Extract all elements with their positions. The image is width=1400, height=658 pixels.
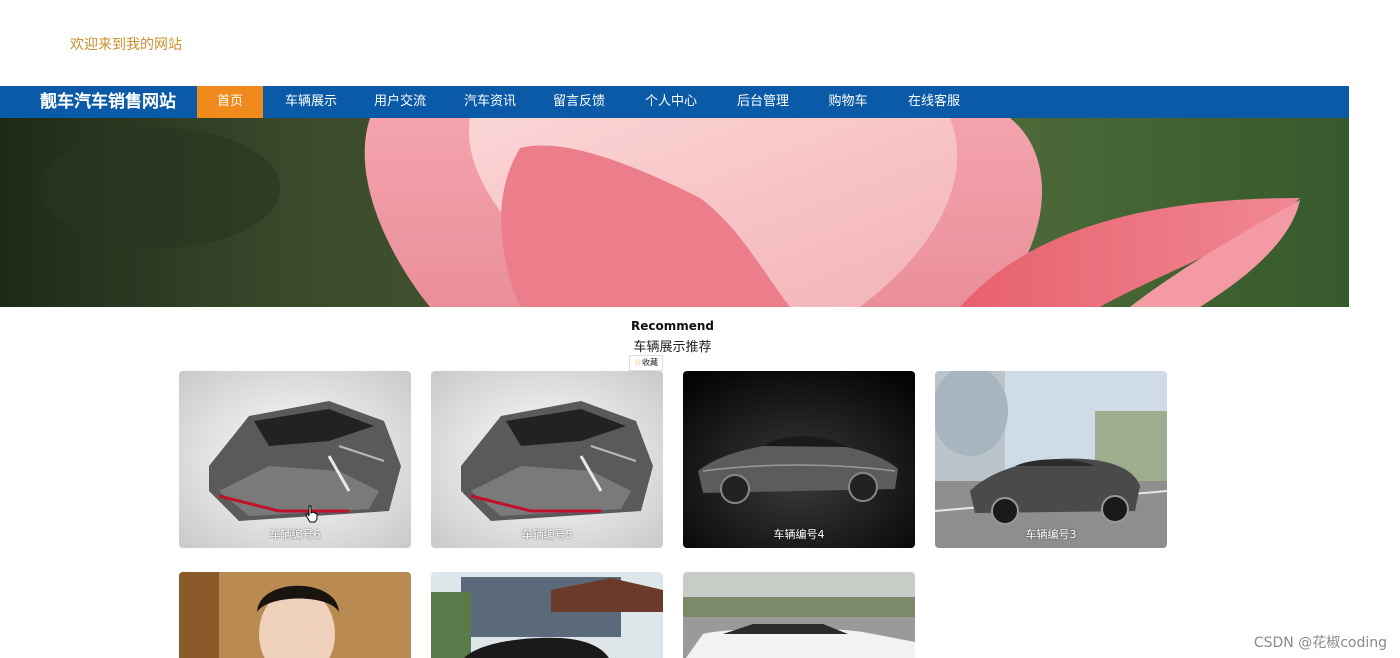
- nav-item-home[interactable]: 首页: [197, 86, 263, 118]
- portrait-image: [179, 572, 411, 658]
- hero-banner[interactable]: [0, 118, 1349, 307]
- car-image: [179, 371, 411, 548]
- nav-item-vehicle-display[interactable]: 车辆展示: [270, 86, 352, 118]
- vehicle-card-portrait[interactable]: [179, 572, 411, 658]
- nav-item-personal-center[interactable]: 个人中心: [630, 86, 712, 118]
- car-image: [431, 371, 663, 548]
- vehicle-card-6[interactable]: 车辆编号6: [179, 371, 411, 548]
- vehicle-card-4[interactable]: 车辆编号4: [683, 371, 915, 548]
- nav-item-admin[interactable]: 后台管理: [722, 86, 804, 118]
- csdn-watermark: CSDN @花椒coding: [1253, 635, 1387, 651]
- nav-item-cart[interactable]: 购物车: [815, 86, 881, 118]
- car-image: [683, 572, 915, 658]
- welcome-text: 欢迎来到我的网站: [70, 37, 182, 53]
- card-label: 车辆编号3: [1025, 528, 1077, 541]
- vehicle-card-white-classic[interactable]: [683, 572, 915, 658]
- nav-item-online-service[interactable]: 在线客服: [895, 86, 973, 118]
- recommend-title-en: Recommend: [630, 319, 714, 333]
- favorite-button[interactable]: ☆收藏: [629, 355, 663, 371]
- car-image: [935, 371, 1167, 548]
- card-label: 车辆编号5: [521, 528, 573, 541]
- car-image: [683, 371, 915, 548]
- star-icon: ☆: [633, 358, 643, 368]
- vehicle-card-5[interactable]: 车辆编号5: [431, 371, 663, 548]
- vehicle-card-black-sedan[interactable]: [431, 572, 663, 658]
- main-navbar: 靓车汽车销售网站 首页 车辆展示 用户交流 汽车资讯 留言反馈 个人中心 后台管…: [0, 86, 1349, 118]
- site-brand[interactable]: 靓车汽车销售网站: [40, 86, 176, 118]
- recommend-title-cn: 车辆展示推荐: [633, 340, 712, 355]
- favorite-label: 收藏: [642, 358, 659, 367]
- card-label: 车辆编号6: [269, 528, 321, 541]
- car-image: [431, 572, 663, 658]
- nav-item-feedback[interactable]: 留言反馈: [540, 86, 618, 118]
- vehicle-card-3[interactable]: 车辆编号3: [935, 371, 1167, 548]
- card-label: 车辆编号4: [773, 528, 825, 541]
- hand-cursor-icon: [305, 505, 318, 523]
- nav-item-car-news[interactable]: 汽车资讯: [450, 86, 530, 118]
- lotus-banner-image: [0, 118, 1349, 307]
- nav-item-user-exchange[interactable]: 用户交流: [360, 86, 440, 118]
